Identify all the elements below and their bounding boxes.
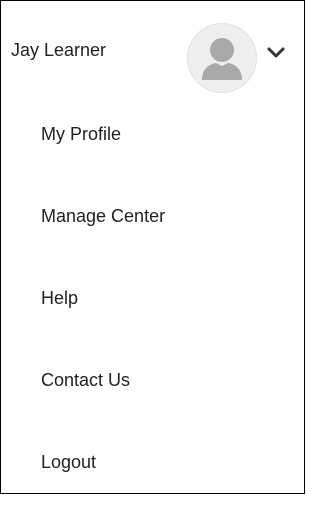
menu-item-label: Logout xyxy=(41,452,97,472)
menu-item-label: Help xyxy=(41,288,79,308)
menu-item-logout[interactable]: Logout xyxy=(1,429,304,511)
user-silhouette-icon xyxy=(202,38,242,80)
user-dropdown-menu: My Profile Manage Center Help Contact Us… xyxy=(1,101,304,511)
user-menu-panel: Jay Learner My Profile Manage Center Hel… xyxy=(0,0,305,494)
menu-item-manage-center[interactable]: Manage Center xyxy=(1,183,304,265)
avatar[interactable] xyxy=(187,23,257,93)
menu-item-help[interactable]: Help xyxy=(1,265,304,347)
menu-item-label: My Profile xyxy=(41,124,122,144)
menu-item-contact-us[interactable]: Contact Us xyxy=(1,347,304,429)
user-name: Jay Learner xyxy=(11,40,107,60)
user-header[interactable]: Jay Learner xyxy=(1,1,304,101)
menu-item-my-profile[interactable]: My Profile xyxy=(1,101,304,183)
menu-item-label: Manage Center xyxy=(41,206,166,226)
menu-item-label: Contact Us xyxy=(41,370,131,390)
chevron-down-icon[interactable] xyxy=(265,45,287,61)
